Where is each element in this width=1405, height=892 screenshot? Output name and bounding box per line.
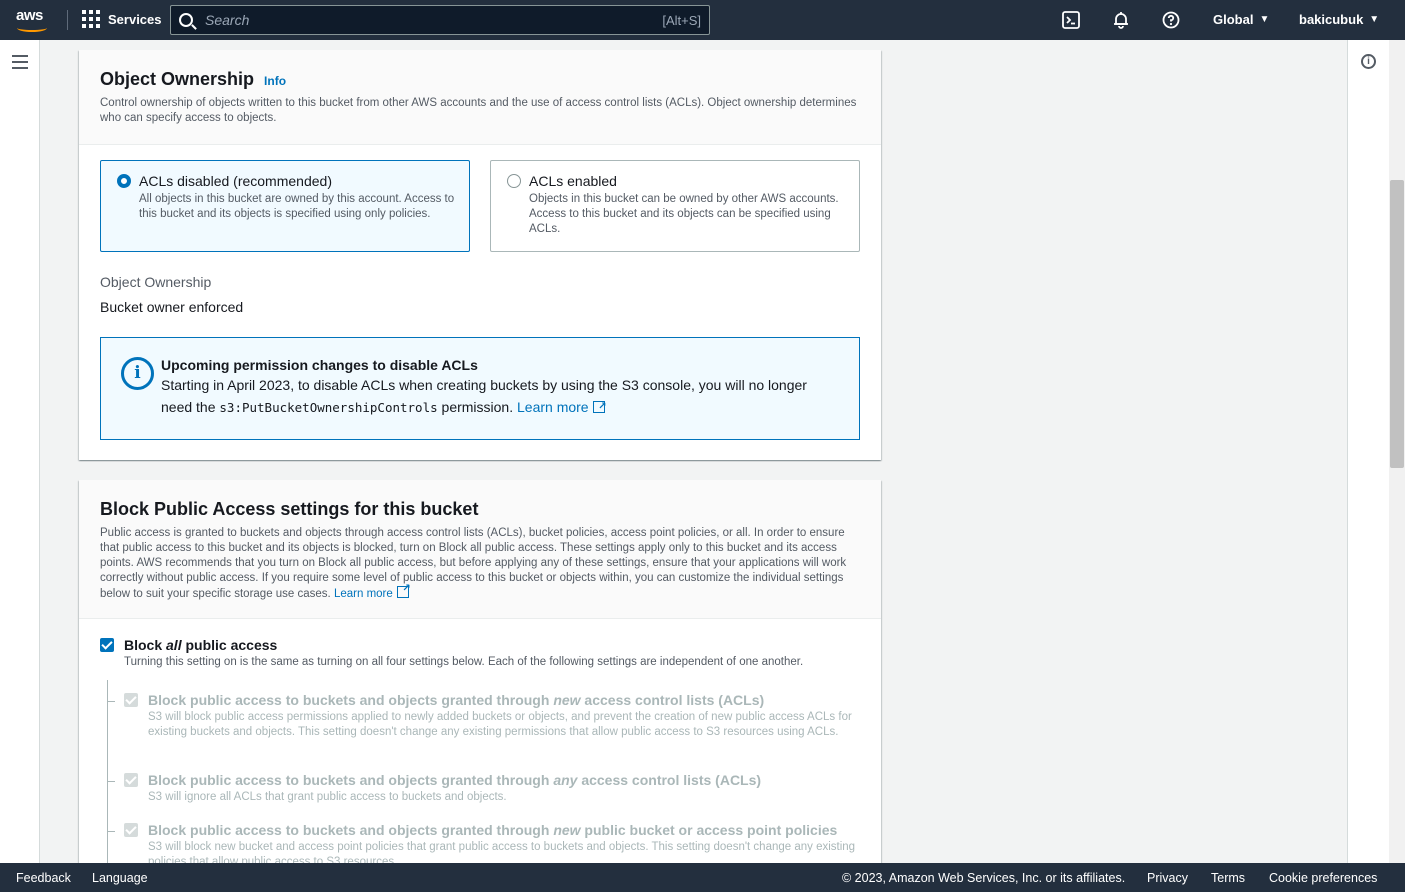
aws-smile-icon <box>17 24 47 32</box>
info-panel-icon[interactable]: i <box>1361 54 1376 69</box>
info-link[interactable]: Info <box>264 74 286 88</box>
block-new-policies-label: Block public access to buckets and objec… <box>148 822 838 838</box>
acls-enabled-title: ACLs enabled <box>529 173 617 189</box>
right-tools-rail: i <box>1347 40 1389 863</box>
acls-enabled-description: Objects in this bucket can be owned by o… <box>529 193 839 235</box>
block-public-access-description-text: Public access is granted to buckets and … <box>100 527 847 600</box>
block-public-access-title: Block Public Access settings for this bu… <box>100 499 479 519</box>
object-ownership-description: Control ownership of objects written to … <box>100 97 857 124</box>
alert-permission-code: s3:PutBucketOwnershipControls <box>219 400 438 415</box>
services-label: Services <box>108 11 162 27</box>
object-ownership-title: Object Ownership <box>100 69 255 89</box>
block-new-policies-checkbox[interactable] <box>124 823 138 837</box>
region-label: Global <box>1213 12 1254 27</box>
nav-divider <box>67 10 68 30</box>
account-label: bakicubuk <box>1299 12 1364 27</box>
settings-tree-tick <box>107 701 115 702</box>
search-bar[interactable]: [Alt+S] <box>170 5 710 35</box>
object-ownership-key: Object Ownership <box>100 274 212 290</box>
alert-body: Starting in April 2023, to disable ACLs … <box>161 374 839 419</box>
privacy-link[interactable]: Privacy <box>1147 871 1188 885</box>
block-any-acls-checkbox[interactable] <box>124 773 138 787</box>
search-input[interactable] <box>205 12 663 28</box>
search-shortcut: [Alt+S] <box>662 12 701 28</box>
acls-enabled-option[interactable]: ACLs enabled Objects in this bucket can … <box>490 160 860 252</box>
object-ownership-value: Bucket owner enforced <box>100 299 244 315</box>
scrollbar-thumb[interactable] <box>1390 180 1404 468</box>
aws-logo[interactable]: aws <box>16 8 50 34</box>
notifications-bell-icon[interactable] <box>1111 10 1131 30</box>
search-icon <box>179 13 193 27</box>
acls-disabled-title: ACLs disabled (recommended) <box>139 173 332 189</box>
region-selector[interactable]: Global ▼ <box>1213 12 1269 27</box>
acls-enabled-radio[interactable] <box>507 174 521 188</box>
copyright-text: © 2023, Amazon Web Services, Inc. or its… <box>842 871 1126 885</box>
alert-text-end: permission. <box>437 399 514 415</box>
settings-tree-tick <box>107 831 115 832</box>
block-all-public-access-checkbox[interactable] <box>100 638 114 652</box>
object-ownership-panel: Object Ownership Info Control ownership … <box>79 50 881 460</box>
caret-down-icon: ▼ <box>1259 14 1270 25</box>
hamburger-menu-icon[interactable] <box>12 55 28 69</box>
block-all-public-access-description: Turning this setting on is the same as t… <box>124 656 804 668</box>
caret-down-icon: ▼ <box>1369 14 1380 25</box>
block-new-acls-checkbox[interactable] <box>124 693 138 707</box>
left-navigation-rail <box>0 40 40 863</box>
block-new-acls-description: S3 will block public access permissions … <box>148 711 852 738</box>
grid-icon <box>82 10 100 28</box>
learn-more-link[interactable]: Learn more <box>517 399 589 415</box>
language-link[interactable]: Language <box>92 871 148 885</box>
services-menu-button[interactable]: Services <box>82 10 162 28</box>
cloudshell-icon[interactable] <box>1061 10 1081 30</box>
acls-disabled-radio[interactable] <box>117 174 131 188</box>
help-icon[interactable] <box>1161 10 1181 30</box>
info-icon: i <box>121 357 154 390</box>
acls-disabled-description: All objects in this bucket are owned by … <box>139 193 455 220</box>
terms-link[interactable]: Terms <box>1211 871 1245 885</box>
feedback-link[interactable]: Feedback <box>16 871 71 885</box>
block-public-access-description: Public access is granted to buckets and … <box>100 526 861 602</box>
external-link-icon <box>592 396 607 418</box>
aws-logo-text: aws <box>16 7 43 24</box>
account-menu[interactable]: bakicubuk ▼ <box>1299 12 1379 27</box>
block-new-acls-label: Block public access to buckets and objec… <box>148 692 765 708</box>
info-alert: i Upcoming permission changes to disable… <box>100 337 860 440</box>
block-any-acls-label: Block public access to buckets and objec… <box>148 772 762 788</box>
block-all-public-access-label: Block all public access <box>124 637 278 653</box>
learn-more-link[interactable]: Learn more <box>334 588 393 600</box>
acls-disabled-option[interactable]: ACLs disabled (recommended) All objects … <box>100 160 470 252</box>
console-footer: Feedback Language © 2023, Amazon Web Ser… <box>0 863 1405 892</box>
alert-title: Upcoming permission changes to disable A… <box>161 357 478 373</box>
external-link-icon <box>396 581 411 598</box>
block-any-acls-description: S3 will ignore all ACLs that grant publi… <box>148 791 507 803</box>
top-navigation: aws Services [Alt+S] Global ▼ bakicubuk … <box>0 0 1405 40</box>
settings-tree-line <box>107 680 108 863</box>
object-ownership-header: Object Ownership Info Control ownership … <box>79 50 881 145</box>
block-public-access-panel: Block Public Access settings for this bu… <box>79 480 881 868</box>
cookie-preferences-link[interactable]: Cookie preferences <box>1269 871 1377 885</box>
block-public-access-header: Block Public Access settings for this bu… <box>79 480 881 619</box>
settings-tree-tick <box>107 781 115 782</box>
